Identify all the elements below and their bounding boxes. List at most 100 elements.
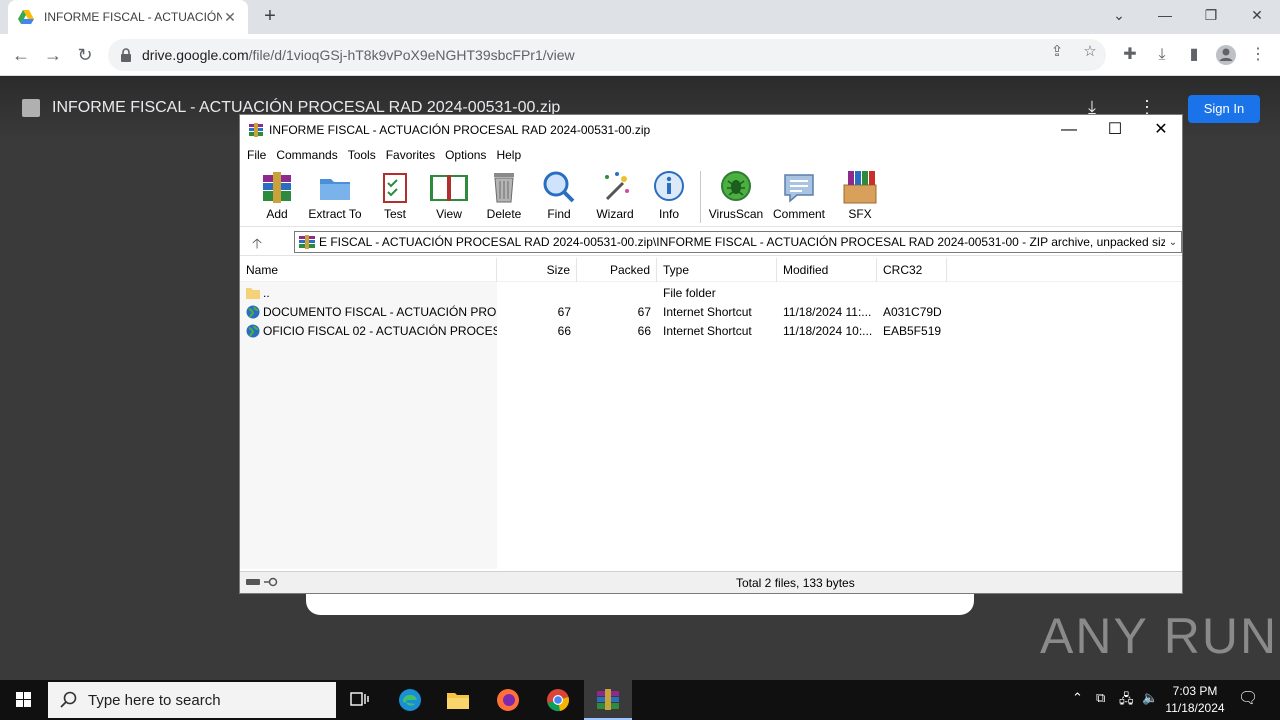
up-one-level-icon[interactable]: 🡡 — [252, 233, 262, 257]
menu-commands[interactable]: Commands — [271, 145, 342, 165]
row-type: Internet Shortcut — [663, 304, 752, 319]
row-crc: EAB5F519 — [883, 323, 942, 338]
wizard-button[interactable]: Wizard — [586, 169, 644, 225]
reload-icon[interactable]: ↻ — [72, 42, 98, 68]
winrar-pathbar: 🡡 E FISCAL - ACTUACIÓN PROCESAL RAD 2024… — [240, 228, 1182, 256]
test-button[interactable]: Test — [366, 169, 424, 225]
winrar-title: INFORME FISCAL - ACTUACIÓN PROCESAL RAD … — [269, 123, 651, 137]
row-size: 66 — [557, 323, 571, 338]
sfx-button[interactable]: SFX — [831, 169, 889, 225]
col-type[interactable]: Type — [657, 258, 777, 282]
notifications-icon[interactable]: 🗨 — [1238, 688, 1258, 708]
tab-title: INFORME FISCAL - ACTUACIÓN — [44, 10, 222, 24]
network-icon[interactable]: 🖧 — [1119, 690, 1134, 712]
winrar-statusbar: Total 2 files, 133 bytes — [240, 571, 1182, 593]
winrar-maximize-icon[interactable]: ☐ — [1092, 115, 1138, 145]
minimize-icon[interactable]: — — [1142, 0, 1188, 30]
table-row[interactable]: OFICIO FISCAL 02 - ACTUACIÓN PROCES... 6… — [240, 321, 1182, 340]
address-bar[interactable]: drive.google.com/file/d/1vioqGSj-hT8k9vP… — [108, 39, 1106, 71]
table-row[interactable]: .. File folder — [240, 283, 1182, 302]
winrar-app-icon — [249, 123, 263, 137]
close-icon[interactable]: ✕ — [1234, 0, 1280, 30]
winrar-menubar: File Commands Tools Favorites Options He… — [240, 145, 1182, 165]
browser-tabstrip: INFORME FISCAL - ACTUACIÓN ✕ + ⌄ — ❐ ✕ — [0, 0, 1280, 34]
row-modified: 11/18/2024 10:... — [783, 323, 873, 338]
table-row[interactable]: DOCUMENTO FISCAL - ACTUACIÓN PRO... 67 6… — [240, 302, 1182, 321]
winrar-toolbar: Add Extract To Test View Delete Find Wiz… — [240, 165, 1182, 227]
chrome-icon[interactable] — [534, 680, 582, 720]
virusscan-button[interactable]: VirusScan — [707, 169, 765, 225]
file-list: Name Size Packed Type Modified CRC32 .. … — [240, 258, 1182, 569]
new-tab-button[interactable]: + — [258, 4, 282, 28]
extensions-icon[interactable]: ✚ — [1119, 44, 1141, 66]
view-button[interactable]: View — [420, 169, 478, 225]
col-modified[interactable]: Modified — [777, 258, 877, 282]
extract-to-button[interactable]: Extract To — [306, 169, 364, 225]
share-icon[interactable]: ⇪ — [1047, 42, 1067, 62]
windows-taskbar: Type here to search ⌃ ⧉ 🖧 🔈 7:03 PM 11/1… — [0, 680, 1280, 720]
tray-overflow-icon[interactable]: ⌃ — [1072, 690, 1083, 706]
row-name: DOCUMENTO FISCAL - ACTUACIÓN PRO... — [263, 304, 497, 319]
row-type: File folder — [663, 285, 716, 300]
col-packed[interactable]: Packed — [577, 258, 657, 282]
url-text: drive.google.com/file/d/1vioqGSj-hT8k9vP… — [142, 47, 575, 63]
forward-icon[interactable]: → — [40, 42, 66, 68]
task-view-icon[interactable] — [336, 680, 384, 720]
row-modified: 11/18/2024 11:... — [783, 304, 872, 319]
anyrun-watermark: ANY RUN — [1040, 608, 1279, 664]
menu-favorites[interactable]: Favorites — [381, 145, 440, 165]
menu-tools[interactable]: Tools — [343, 145, 381, 165]
status-text: Total 2 files, 133 bytes — [736, 576, 855, 590]
search-icon — [60, 691, 77, 708]
start-button[interactable] — [0, 680, 48, 720]
find-button[interactable]: Find — [530, 169, 588, 225]
back-icon[interactable]: ← — [8, 42, 34, 68]
folder-extract-icon — [320, 179, 350, 200]
magic-wand-icon — [605, 172, 629, 201]
profile-avatar-icon[interactable] — [1215, 44, 1237, 66]
trash-can-icon — [494, 173, 514, 203]
row-size: 67 — [557, 304, 571, 319]
col-crc32[interactable]: CRC32 — [877, 258, 947, 282]
tray-device-icon[interactable]: ⧉ — [1096, 690, 1105, 706]
virus-scan-icon — [721, 171, 751, 201]
tab-close-icon[interactable]: ✕ — [222, 9, 238, 26]
view-book-icon — [430, 175, 468, 201]
winrar-minimize-icon[interactable]: — — [1046, 115, 1092, 145]
tab-search-icon[interactable]: ⌄ — [1096, 0, 1142, 30]
file-list-header: Name Size Packed Type Modified CRC32 — [240, 258, 1182, 282]
bookmark-star-icon[interactable]: ☆ — [1080, 42, 1100, 62]
menu-options[interactable]: Options — [440, 145, 491, 165]
menu-help[interactable]: Help — [491, 145, 526, 165]
taskbar-search[interactable]: Type here to search — [48, 682, 336, 718]
add-archive-icon — [263, 172, 291, 203]
row-type: Internet Shortcut — [663, 323, 752, 338]
file-explorer-icon[interactable] — [434, 680, 482, 720]
download-icon[interactable]: ⤓ — [1151, 44, 1173, 66]
winrar-taskbar-icon[interactable] — [584, 680, 632, 720]
browser-tab[interactable]: INFORME FISCAL - ACTUACIÓN ✕ — [8, 0, 248, 34]
firefox-icon[interactable] — [484, 680, 532, 720]
comment-button[interactable]: Comment — [770, 169, 828, 225]
info-button[interactable]: Info — [640, 169, 698, 225]
col-name[interactable]: Name — [240, 258, 497, 282]
internet-shortcut-icon — [246, 305, 260, 318]
add-button[interactable]: Add — [248, 169, 306, 225]
sign-in-button[interactable]: Sign In — [1188, 95, 1260, 123]
restore-icon[interactable]: ❐ — [1188, 0, 1234, 30]
delete-button[interactable]: Delete — [475, 169, 533, 225]
winrar-close-icon[interactable]: ✕ — [1138, 115, 1184, 145]
browser-menu-icon[interactable]: ⋮ — [1247, 44, 1269, 66]
edge-icon[interactable] — [386, 680, 434, 720]
winrar-titlebar: INFORME FISCAL - ACTUACIÓN PROCESAL RAD … — [240, 115, 1182, 145]
path-dropdown-icon[interactable]: ⌄ — [1165, 237, 1181, 248]
menu-file[interactable]: File — [242, 145, 271, 165]
row-packed: 66 — [637, 323, 651, 338]
col-size[interactable]: Size — [497, 258, 577, 282]
taskbar-clock[interactable]: 7:03 PM 11/18/2024 — [1160, 683, 1230, 717]
side-panel-icon[interactable]: ▮ — [1183, 44, 1205, 66]
row-crc: A031C79D — [883, 304, 942, 319]
row-name: OFICIO FISCAL 02 - ACTUACIÓN PROCES... — [263, 323, 497, 338]
archive-path-field[interactable]: E FISCAL - ACTUACIÓN PROCESAL RAD 2024-0… — [294, 231, 1182, 253]
volume-icon[interactable]: 🔈 — [1142, 690, 1158, 706]
